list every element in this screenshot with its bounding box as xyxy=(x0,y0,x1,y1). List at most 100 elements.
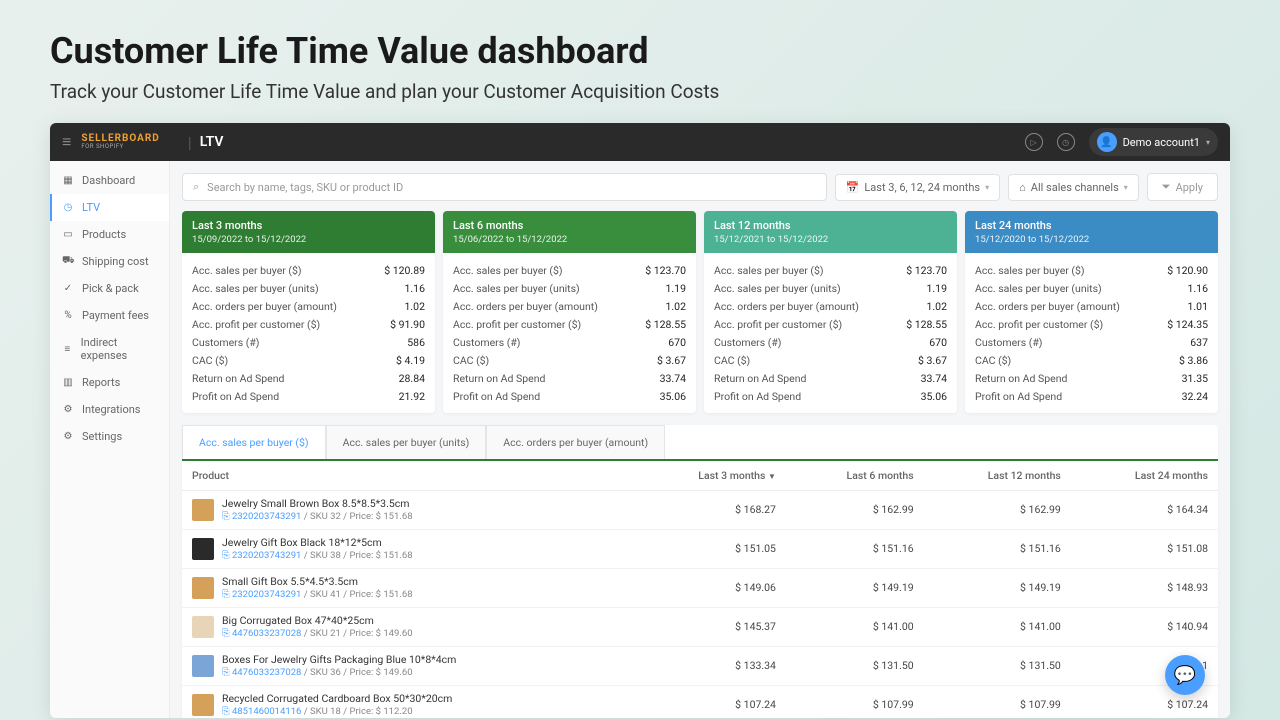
table-row[interactable]: Jewelry Small Brown Box 8.5*8.5*3.5cm⎘ 2… xyxy=(182,491,1218,530)
clock-icon[interactable]: ◷ xyxy=(1057,133,1075,151)
tab[interactable]: Acc. sales per buyer (units) xyxy=(326,425,487,459)
menu-icon[interactable]: ≡ xyxy=(62,132,71,152)
metric-label: Profit on Ad Spend xyxy=(453,390,540,403)
column-header[interactable]: Last 6 months xyxy=(786,461,924,491)
sidebar-item-payment-fees[interactable]: %Payment fees xyxy=(50,302,169,329)
metric-value: 1.02 xyxy=(405,300,425,313)
metric-cards: Last 3 months15/09/2022 to 15/12/2022Acc… xyxy=(182,211,1218,413)
user-avatar-icon: 👤 xyxy=(1097,132,1117,152)
sidebar-item-settings[interactable]: ⚙Settings xyxy=(50,423,169,450)
metric-label: CAC ($) xyxy=(975,354,1011,367)
product-thumb xyxy=(192,694,214,716)
metric-value: 35.06 xyxy=(921,390,947,403)
sidebar-item-products[interactable]: ▭Products xyxy=(50,221,169,248)
metric-label: CAC ($) xyxy=(453,354,489,367)
table-row[interactable]: Jewelry Gift Box Black 18*12*5cm⎘ 232020… xyxy=(182,529,1218,568)
metric-value: 670 xyxy=(668,336,686,349)
date-range-filter[interactable]: 📅 Last 3, 6, 12, 24 months ▾ xyxy=(835,174,1000,201)
sidebar-item-reports[interactable]: ▥Reports xyxy=(50,369,169,396)
metric-label: Profit on Ad Spend xyxy=(975,390,1062,403)
metric-value: 670 xyxy=(929,336,947,349)
tab[interactable]: Acc. sales per buyer ($) xyxy=(182,425,326,459)
cell-value: $ 141.00 xyxy=(924,607,1071,646)
product-name: Boxes For Jewelry Gifts Packaging Blue 1… xyxy=(222,653,456,667)
metric-value: $ 123.70 xyxy=(906,264,947,277)
table-row[interactable]: Recycled Corrugated Cardboard Box 50*30*… xyxy=(182,685,1218,718)
metric-value: 1.02 xyxy=(927,300,947,313)
product-sku[interactable]: 4476033237028 xyxy=(232,628,301,639)
product-thumb xyxy=(192,499,214,521)
metric-value: 28.84 xyxy=(399,372,425,385)
metric-label: CAC ($) xyxy=(192,354,228,367)
nav-label: Indirect expenses xyxy=(81,336,157,362)
nav-label: Dashboard xyxy=(82,174,135,187)
product-sku[interactable]: 4851460014116 xyxy=(232,706,301,717)
table-row[interactable]: Big Corrugated Box 47*40*25cm⎘ 447603323… xyxy=(182,607,1218,646)
metric-card: Last 6 months15/06/2022 to 15/12/2022Acc… xyxy=(443,211,696,413)
nav-icon: ◷ xyxy=(62,202,74,213)
nav-label: Payment fees xyxy=(82,309,149,322)
nav-label: Pick & pack xyxy=(82,282,139,295)
tab[interactable]: Acc. orders per buyer (amount) xyxy=(486,425,665,459)
apply-button[interactable]: ⏷ Apply xyxy=(1147,173,1218,201)
app-window: ≡ SELLERBOARD FOR SHOPIFY | LTV ▷ ◷ 👤 De… xyxy=(50,123,1230,718)
cell-value: $ 149.19 xyxy=(786,568,924,607)
cell-value: $ 131.50 xyxy=(786,646,924,685)
card-title: Last 3 months xyxy=(192,219,425,232)
column-header[interactable]: Last 24 months xyxy=(1071,461,1218,491)
cell-value: $ 164.34 xyxy=(1071,491,1218,530)
logo-sub: FOR SHOPIFY xyxy=(81,144,159,150)
cell-value: $ 140.94 xyxy=(1071,607,1218,646)
chat-bubble-icon[interactable]: 💬 xyxy=(1165,655,1205,695)
store-icon: ⌂ xyxy=(1019,181,1026,194)
chevron-down-icon: ▾ xyxy=(1206,138,1210,147)
nav-icon: ▦ xyxy=(62,175,74,186)
cell-value: $ 148.93 xyxy=(1071,568,1218,607)
user-menu[interactable]: 👤 Demo account1 ▾ xyxy=(1089,128,1218,156)
card-range: 15/12/2020 to 15/12/2022 xyxy=(975,234,1208,245)
product-sku[interactable]: 2320203743291 xyxy=(232,589,301,600)
cell-value: $ 151.16 xyxy=(786,529,924,568)
metric-label: Acc. sales per buyer ($) xyxy=(975,264,1085,277)
sort-desc-icon: ▼ xyxy=(768,472,776,481)
table-row[interactable]: Small Gift Box 5.5*4.5*3.5cm⎘ 2320203743… xyxy=(182,568,1218,607)
metric-label: Acc. orders per buyer (amount) xyxy=(975,300,1120,313)
table-row[interactable]: Boxes For Jewelry Gifts Packaging Blue 1… xyxy=(182,646,1218,685)
sidebar-item-shipping-cost[interactable]: ⛟Shipping cost xyxy=(50,248,169,275)
product-detail: SKU 38 / Price: $ 151.68 xyxy=(310,550,413,561)
metric-label: Customers (#) xyxy=(192,336,259,349)
metric-label: Acc. profit per customer ($) xyxy=(453,318,581,331)
metric-label: Customers (#) xyxy=(453,336,520,349)
metric-value: 1.19 xyxy=(927,282,947,295)
product-sku[interactable]: 2320203743291 xyxy=(232,511,301,522)
metric-label: Return on Ad Spend xyxy=(453,372,545,385)
metric-value: 21.92 xyxy=(399,390,425,403)
sidebar-item-pick-pack[interactable]: ✓ Pick & pack xyxy=(50,275,169,302)
metric-value: 1.02 xyxy=(666,300,686,313)
product-name: Recycled Corrugated Cardboard Box 50*30*… xyxy=(222,692,452,706)
search-placeholder: Search by name, tags, SKU or product ID xyxy=(207,181,403,194)
play-icon[interactable]: ▷ xyxy=(1025,133,1043,151)
metric-value: $ 124.35 xyxy=(1167,318,1208,331)
metric-value: $ 128.55 xyxy=(645,318,686,331)
sidebar-item-dashboard[interactable]: ▦ Dashboard xyxy=(50,167,169,194)
link-icon: ⎘ xyxy=(222,550,230,561)
column-header[interactable]: Last 12 months xyxy=(924,461,1071,491)
metric-label: Acc. sales per buyer ($) xyxy=(453,264,563,277)
sidebar: ▦ Dashboard ◷LTV▭Products⛟Shipping cost ✓ Pi… xyxy=(50,161,170,718)
card-range: 15/12/2021 to 15/12/2022 xyxy=(714,234,947,245)
sidebar-item-indirect-expenses[interactable]: ≡Indirect expenses xyxy=(50,329,169,369)
sidebar-item-integrations[interactable]: ⚙Integrations xyxy=(50,396,169,423)
product-sku[interactable]: 4476033237028 xyxy=(232,667,301,678)
metric-value: 33.74 xyxy=(921,372,947,385)
nav-icon: ✓ xyxy=(62,283,74,294)
metric-value: $ 3.67 xyxy=(918,354,947,367)
column-header[interactable]: Last 3 months ▼ xyxy=(632,461,786,491)
channels-filter[interactable]: ⌂ All sales channels ▾ xyxy=(1008,174,1139,201)
metric-value: 586 xyxy=(407,336,425,349)
column-header[interactable]: Product xyxy=(182,461,632,491)
sidebar-item-ltv[interactable]: ◷LTV xyxy=(50,194,169,221)
product-sku[interactable]: 2320203743291 xyxy=(232,550,301,561)
search-input[interactable]: ⌕ Search by name, tags, SKU or product I… xyxy=(182,173,827,201)
metric-label: Return on Ad Spend xyxy=(192,372,284,385)
